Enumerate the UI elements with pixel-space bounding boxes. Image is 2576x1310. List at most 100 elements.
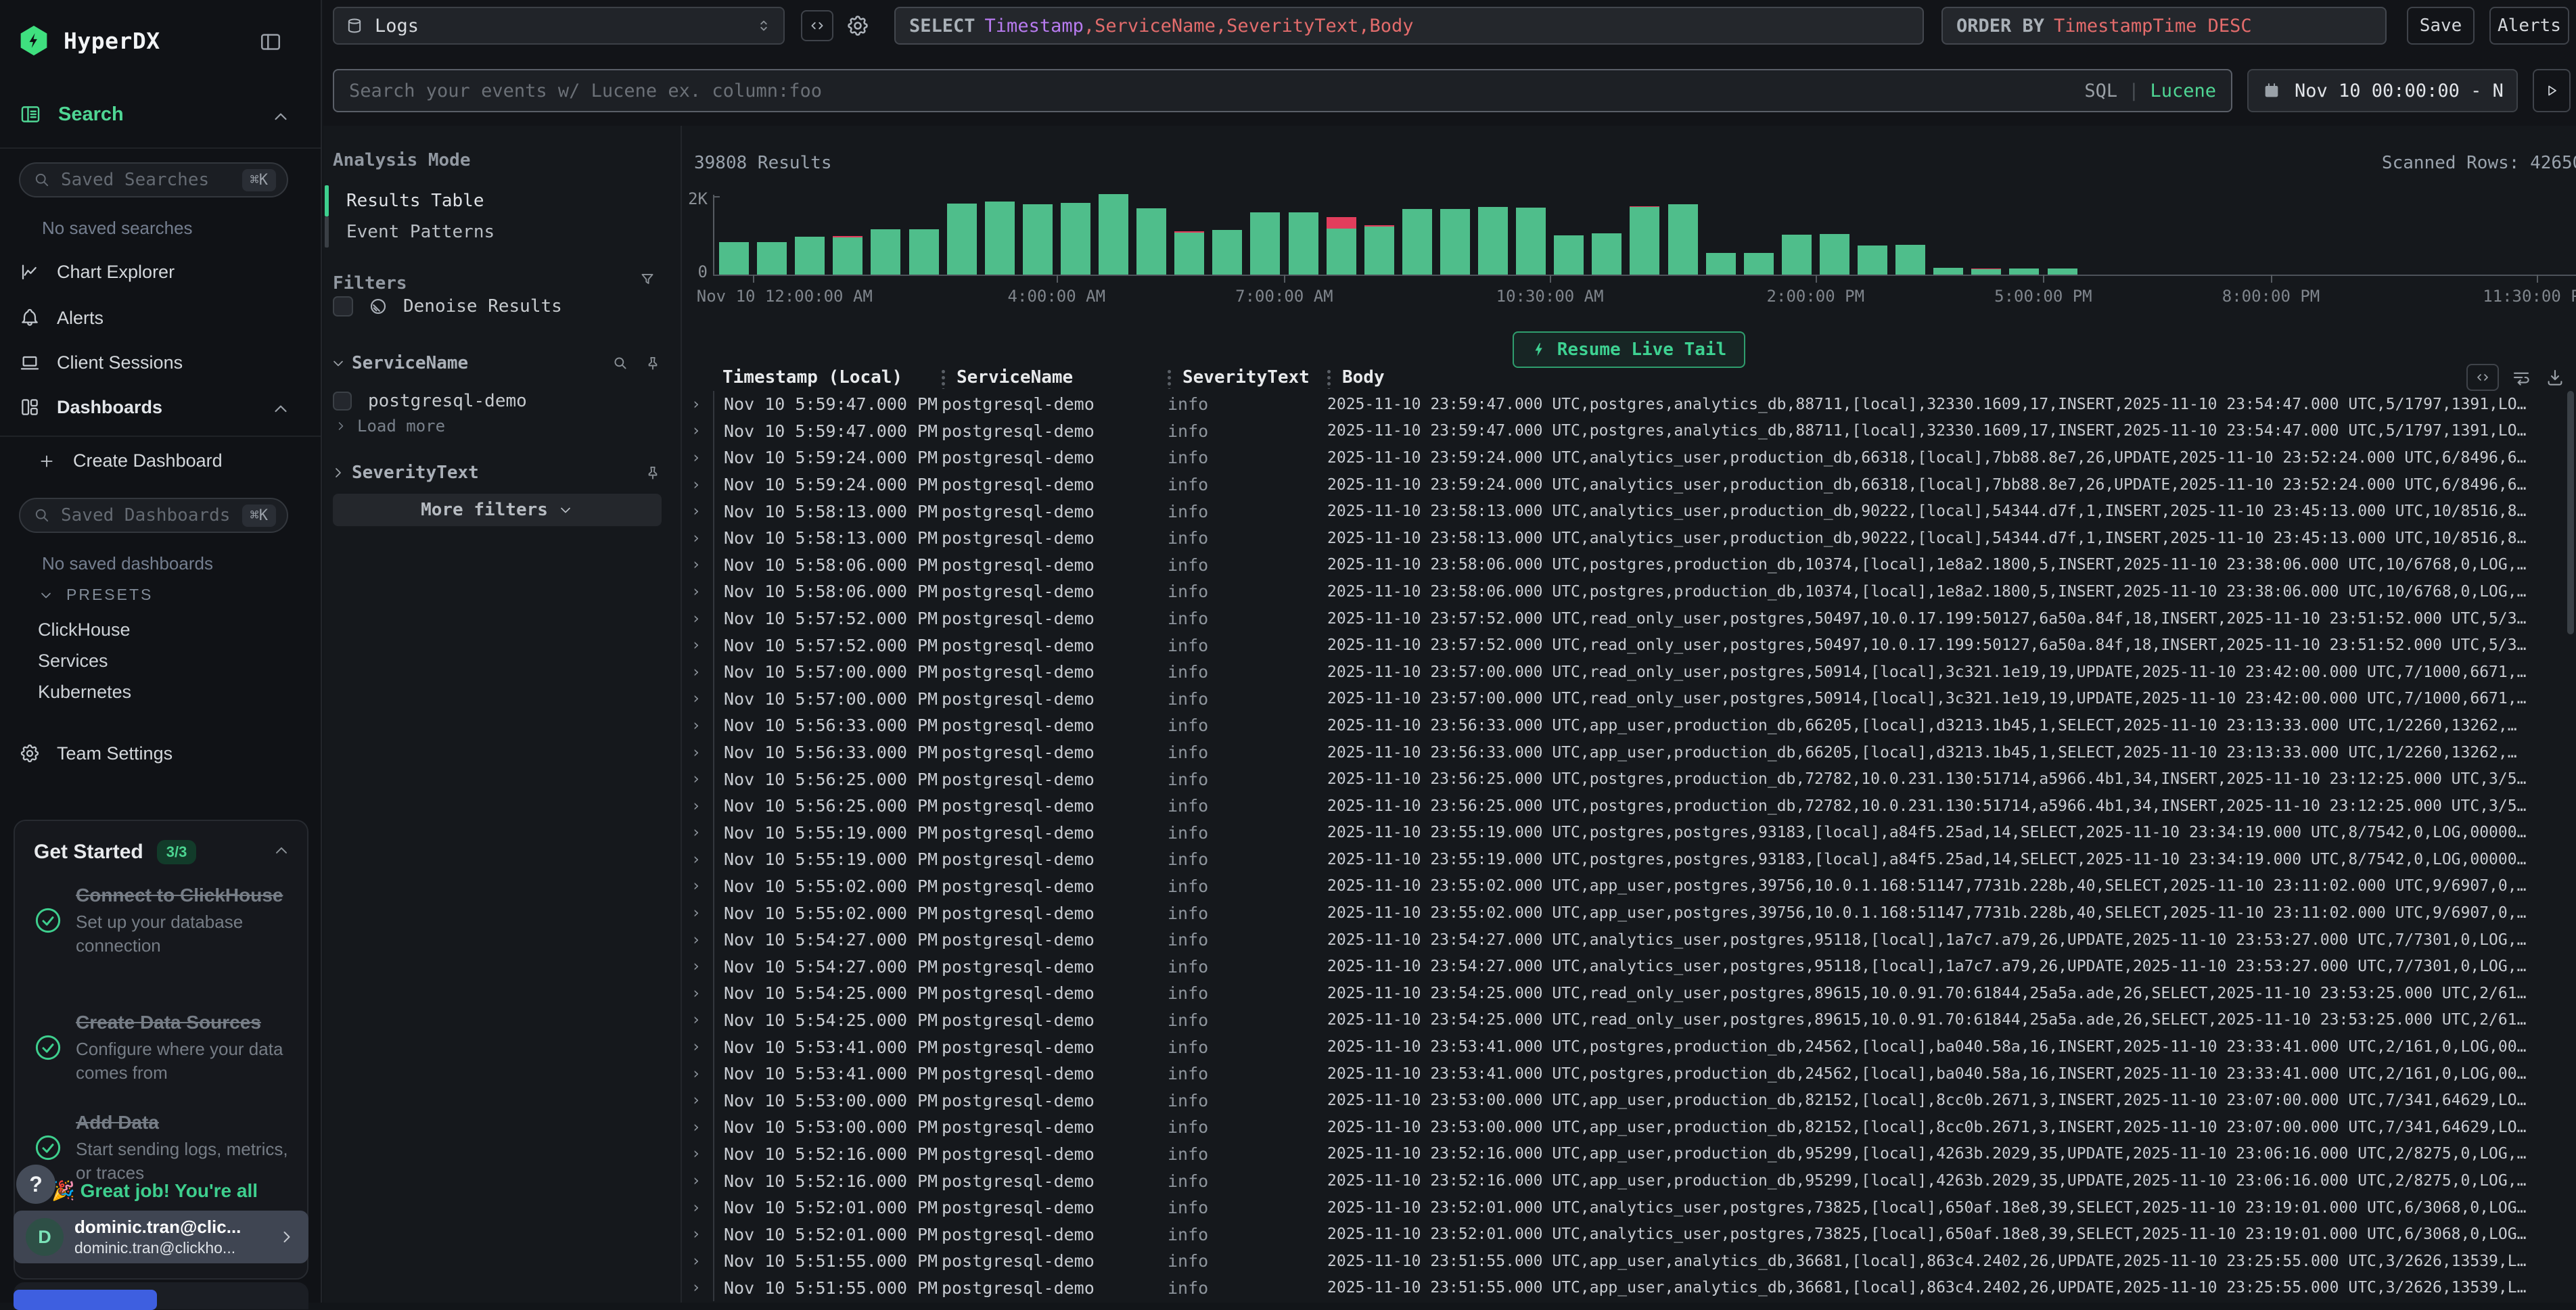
column-resize-handle[interactable]: [1168, 369, 1174, 389]
table-row[interactable]: ›Nov 10 5:57:52.000 PMpostgresql-demoinf…: [682, 632, 2576, 659]
row-expand-chevron-icon[interactable]: ›: [682, 877, 713, 895]
row-expand-chevron-icon[interactable]: ›: [682, 396, 713, 413]
column-header-servicename[interactable]: ServiceName: [948, 367, 1168, 388]
row-expand-chevron-icon[interactable]: ›: [682, 690, 713, 707]
source-settings-gear-icon[interactable]: [846, 14, 870, 38]
table-row[interactable]: ›Nov 10 5:56:25.000 PMpostgresql-demoinf…: [682, 793, 2576, 820]
query-language-toggle[interactable]: SQL | Lucene: [2084, 80, 2216, 101]
get-started-collapse-icon[interactable]: [272, 841, 291, 860]
table-sql-view-button[interactable]: [2466, 364, 2499, 391]
row-expand-chevron-icon[interactable]: ›: [682, 770, 713, 788]
filter-checkbox[interactable]: [333, 392, 352, 411]
source-code-button[interactable]: [801, 10, 833, 41]
sidebar-item-chart-explorer[interactable]: Chart Explorer: [19, 261, 175, 283]
source-select[interactable]: Logs: [333, 7, 785, 45]
table-row[interactable]: ›Nov 10 5:57:52.000 PMpostgresql-demoinf…: [682, 605, 2576, 632]
denoise-checkbox[interactable]: [333, 296, 353, 317]
table-row[interactable]: ›Nov 10 5:58:13.000 PMpostgresql-demoinf…: [682, 498, 2576, 525]
denoise-filter[interactable]: Denoise Results: [333, 296, 562, 317]
row-expand-chevron-icon[interactable]: ›: [682, 1225, 713, 1243]
table-row[interactable]: ›Nov 10 5:53:00.000 PMpostgresql-demoinf…: [682, 1087, 2576, 1114]
column-header-severitytext[interactable]: SeverityText: [1174, 367, 1327, 388]
sidebar-item-alerts[interactable]: Alerts: [19, 307, 104, 329]
row-expand-chevron-icon[interactable]: ›: [682, 904, 713, 922]
select-columns-input[interactable]: SELECT Timestamp ,ServiceName,SeverityTe…: [894, 7, 1924, 45]
row-expand-chevron-icon[interactable]: ›: [682, 422, 713, 440]
column-header-body[interactable]: Body: [1334, 367, 1385, 388]
user-profile[interactable]: D dominic.tran@clic... dominic.tran@clic…: [14, 1211, 308, 1263]
search-query-input[interactable]: Search your events w/ Lucene ex. column:…: [333, 69, 2232, 112]
column-resize-handle[interactable]: [942, 369, 948, 389]
table-row[interactable]: ›Nov 10 5:53:00.000 PMpostgresql-demoinf…: [682, 1114, 2576, 1141]
table-row[interactable]: ›Nov 10 5:52:16.000 PMpostgresql-demoinf…: [682, 1167, 2576, 1194]
row-expand-chevron-icon[interactable]: ›: [682, 931, 713, 949]
row-expand-chevron-icon[interactable]: ›: [682, 717, 713, 734]
table-row[interactable]: ›Nov 10 5:54:25.000 PMpostgresql-demoinf…: [682, 980, 2576, 1007]
resume-live-tail-button[interactable]: Resume Live Tail: [1513, 331, 1745, 368]
row-expand-chevron-icon[interactable]: ›: [682, 1011, 713, 1029]
pin-icon[interactable]: [644, 354, 662, 372]
scrollbar-thumb[interactable]: [2567, 391, 2574, 634]
table-row[interactable]: ›Nov 10 5:56:33.000 PMpostgresql-demoinf…: [682, 739, 2576, 766]
table-row[interactable]: ›Nov 10 5:54:27.000 PMpostgresql-demoinf…: [682, 927, 2576, 954]
table-row[interactable]: ›Nov 10 5:57:00.000 PMpostgresql-demoinf…: [682, 686, 2576, 713]
table-row[interactable]: ›Nov 10 5:58:06.000 PMpostgresql-demoinf…: [682, 578, 2576, 605]
mode-event-patterns[interactable]: Event Patterns: [325, 216, 495, 248]
row-expand-chevron-icon[interactable]: ›: [682, 1279, 713, 1296]
table-row[interactable]: ›Nov 10 5:52:01.000 PMpostgresql-demoinf…: [682, 1194, 2576, 1221]
row-expand-chevron-icon[interactable]: ›: [682, 610, 713, 628]
table-scrollbar[interactable]: [2567, 391, 2574, 1299]
create-dashboard-button[interactable]: Create Dashboard: [38, 450, 223, 471]
results-histogram[interactable]: 2K 0 Nov 10 12:00:00 AM4:00:00 AM7:00:00…: [682, 180, 2576, 356]
saved-dashboards-input[interactable]: Saved Dashboards ⌘K: [19, 498, 288, 533]
row-expand-chevron-icon[interactable]: ›: [682, 636, 713, 654]
help-button[interactable]: ?: [16, 1165, 55, 1204]
search-section-chevron-up-icon[interactable]: [271, 107, 291, 127]
date-range-picker[interactable]: Nov 10 00:00:00 - Nov 11 00:00:00: [2247, 69, 2518, 112]
row-expand-chevron-icon[interactable]: ›: [682, 1119, 713, 1136]
lang-lucene[interactable]: Lucene: [2150, 80, 2216, 101]
row-expand-chevron-icon[interactable]: ›: [682, 556, 713, 574]
table-row[interactable]: ›Nov 10 5:55:19.000 PMpostgresql-demoinf…: [682, 846, 2576, 873]
sidebar-item-client-sessions[interactable]: Client Sessions: [19, 352, 183, 373]
table-row[interactable]: ›Nov 10 5:58:06.000 PMpostgresql-demoinf…: [682, 552, 2576, 579]
table-row[interactable]: ›Nov 10 5:56:25.000 PMpostgresql-demoinf…: [682, 766, 2576, 793]
table-row[interactable]: ›Nov 10 5:55:19.000 PMpostgresql-demoinf…: [682, 820, 2576, 847]
table-row[interactable]: ›Nov 10 5:53:41.000 PMpostgresql-demoinf…: [682, 1033, 2576, 1060]
table-row[interactable]: ›Nov 10 5:58:13.000 PMpostgresql-demoinf…: [682, 525, 2576, 552]
filter-group-severitytext[interactable]: SeverityText: [330, 463, 662, 483]
get-started-item[interactable]: Connect to ClickHouse Set up your databa…: [34, 883, 294, 957]
row-expand-chevron-icon[interactable]: ›: [682, 958, 713, 975]
saved-searches-input[interactable]: Saved Searches ⌘K: [19, 162, 288, 197]
bottom-banner[interactable]: [14, 1290, 157, 1310]
table-row[interactable]: ›Nov 10 5:51:55.000 PMpostgresql-demoinf…: [682, 1275, 2576, 1302]
table-row[interactable]: ›Nov 10 5:54:25.000 PMpostgresql-demoinf…: [682, 1007, 2576, 1034]
table-row[interactable]: ›Nov 10 5:51:55.000 PMpostgresql-demoinf…: [682, 1248, 2576, 1275]
preset-item-services[interactable]: Services: [38, 651, 108, 672]
sidebar-item-team-settings[interactable]: Team Settings: [19, 743, 172, 764]
table-row[interactable]: ›Nov 10 5:59:24.000 PMpostgresql-demoinf…: [682, 444, 2576, 471]
sidebar-collapse-icon[interactable]: [258, 30, 283, 54]
row-expand-chevron-icon[interactable]: ›: [682, 449, 713, 467]
save-button[interactable]: Save: [2407, 7, 2475, 45]
row-expand-chevron-icon[interactable]: ›: [682, 502, 713, 520]
get-started-item[interactable]: Add Data Start sending logs, metrics, or…: [34, 1110, 294, 1184]
row-expand-chevron-icon[interactable]: ›: [682, 824, 713, 841]
table-row[interactable]: ›Nov 10 5:55:02.000 PMpostgresql-demoinf…: [682, 873, 2576, 900]
row-expand-chevron-icon[interactable]: ›: [682, 851, 713, 868]
row-expand-chevron-icon[interactable]: ›: [682, 1253, 713, 1270]
row-expand-chevron-icon[interactable]: ›: [682, 476, 713, 494]
filter-option-postgresql-demo[interactable]: postgresql-demo: [333, 391, 527, 411]
row-expand-chevron-icon[interactable]: ›: [682, 663, 713, 681]
row-expand-chevron-icon[interactable]: ›: [682, 530, 713, 547]
row-expand-chevron-icon[interactable]: ›: [682, 744, 713, 762]
preset-item-kubernetes[interactable]: Kubernetes: [38, 682, 131, 703]
table-row[interactable]: ›Nov 10 5:54:27.000 PMpostgresql-demoinf…: [682, 953, 2576, 980]
search-icon[interactable]: [612, 354, 629, 372]
preset-item-clickhouse[interactable]: ClickHouse: [38, 619, 131, 640]
dashboards-chevron-up-icon[interactable]: [271, 399, 291, 419]
row-expand-chevron-icon[interactable]: ›: [682, 1065, 713, 1083]
table-row[interactable]: ›Nov 10 5:57:00.000 PMpostgresql-demoinf…: [682, 659, 2576, 686]
row-expand-chevron-icon[interactable]: ›: [682, 1199, 713, 1217]
filter-group-servicename[interactable]: ServiceName: [330, 353, 662, 373]
